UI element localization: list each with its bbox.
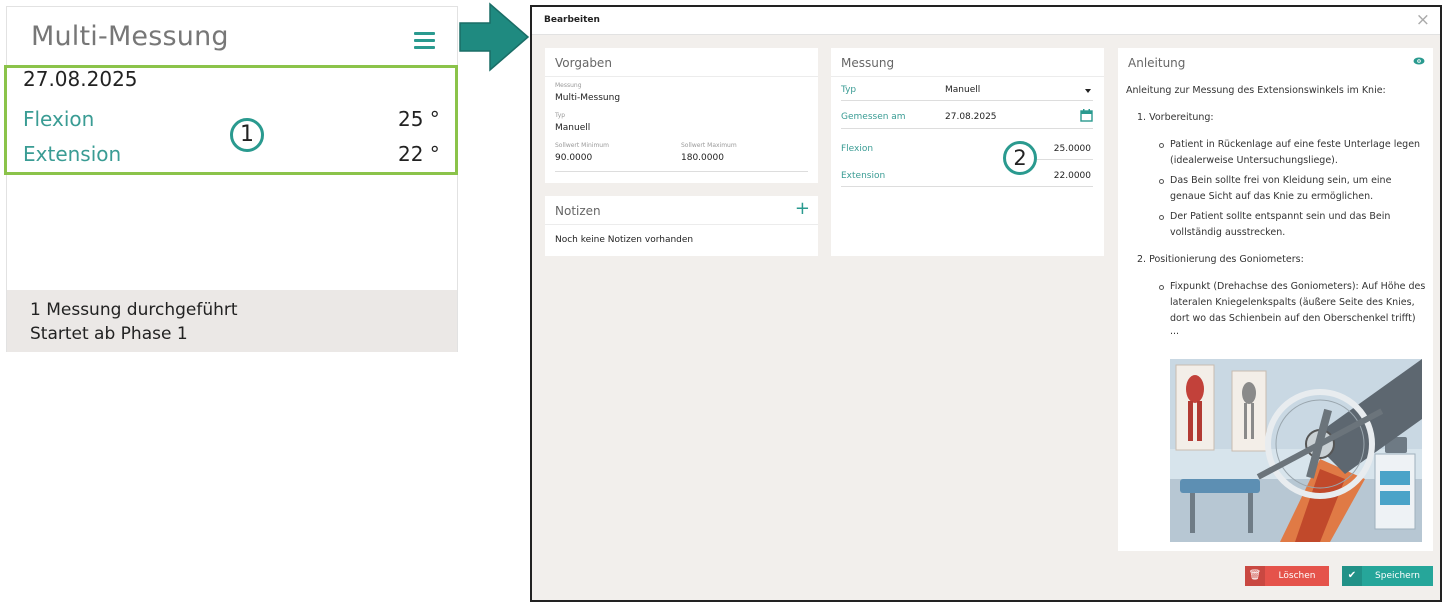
sollwert-min-value: 90.0000	[555, 153, 593, 163]
callout-badge-1: 1	[230, 118, 264, 152]
save-button[interactable]: ✔ Speichern	[1342, 566, 1433, 586]
check-icon: ✔	[1342, 566, 1362, 586]
card-footer: 1 Messung durchgeführt Startet ab Phase …	[7, 290, 457, 352]
arrow-right-icon	[459, 2, 530, 72]
extension-label: Extension	[841, 171, 886, 181]
flexion-label: Flexion	[23, 107, 95, 131]
messung-label: Messung	[555, 82, 582, 89]
notizen-title: Notizen	[555, 204, 601, 218]
anleitung-text: Anleitung zur Messung des Extensionswink…	[1126, 83, 1428, 336]
typ-label: Typ	[555, 112, 566, 119]
delete-button-label: Löschen	[1278, 571, 1316, 581]
dialog-header: Bearbeiten ×	[532, 7, 1440, 35]
gemessen-label: Gemessen am	[841, 112, 906, 122]
save-button-label: Speichern	[1375, 571, 1420, 581]
step-1: 1. Vorbereitung:	[1137, 112, 1214, 123]
no-notes-text: Noch keine Notizen vorhanden	[555, 235, 694, 245]
flexion-input-value: 25.0000	[1053, 144, 1091, 154]
bullet-4: Fixpunkt (Drehachse des Goniometers): Au…	[1159, 279, 1428, 327]
vorgaben-panel: Vorgaben Messung Multi-Messung Typ Manue…	[545, 48, 818, 183]
typ-select[interactable]: Manuell	[945, 81, 1093, 99]
bullet-1: Patient in Rückenlage auf eine feste Unt…	[1159, 137, 1428, 169]
anleitung-intro: Anleitung zur Messung des Extensionswink…	[1126, 85, 1386, 96]
date-input[interactable]: 27.08.2025	[945, 108, 1075, 126]
measurement-card[interactable]: Multi-Messung 1 Messung durchgeführt Sta…	[6, 6, 458, 352]
eye-icon[interactable]	[1413, 56, 1425, 66]
flexion-label: Flexion	[841, 144, 874, 154]
delete-button[interactable]: 🗑 Löschen	[1245, 566, 1329, 586]
date-input-value: 27.08.2025	[945, 112, 997, 122]
sollwert-max-label: Sollwert Maximum	[681, 142, 737, 149]
sollwert-max-value: 180.0000	[681, 153, 724, 163]
extension-label: Extension	[23, 142, 122, 166]
card-date: 27.08.2025	[23, 67, 138, 91]
vorgaben-title: Vorgaben	[555, 56, 612, 70]
messung-title: Messung	[841, 56, 895, 70]
step-2: 2. Positionierung des Goniometers:	[1137, 254, 1304, 265]
sollwert-min-label: Sollwert Minimum	[555, 142, 609, 149]
bullet-3: Der Patient sollte entspannt sein und da…	[1159, 209, 1428, 241]
footer-phase: Startet ab Phase 1	[30, 324, 188, 344]
footer-measurement-count: 1 Messung durchgeführt	[30, 300, 238, 320]
messung-value: Multi-Messung	[555, 93, 621, 103]
anleitung-panel: Anleitung Anleitung zur Messung des Exte…	[1118, 48, 1433, 551]
ellipsis: ...	[1170, 326, 1180, 337]
notizen-panel: Notizen + Noch keine Notizen vorhanden	[545, 196, 818, 256]
typ-label: Typ	[841, 85, 857, 95]
callout-badge-2: 2	[1003, 141, 1037, 175]
anleitung-title: Anleitung	[1128, 56, 1186, 70]
card-title: Multi-Messung	[31, 21, 229, 52]
edit-dialog: Bearbeiten × Vorgaben Messung Multi-Mess…	[530, 5, 1442, 602]
dialog-title: Bearbeiten	[544, 15, 600, 25]
typ-select-value: Manuell	[945, 85, 981, 95]
typ-value: Manuell	[555, 123, 591, 133]
caret-down-icon	[1085, 89, 1091, 93]
close-icon[interactable]: ×	[1416, 10, 1430, 30]
menu-icon[interactable]	[414, 32, 435, 49]
bullet-2: Das Bein sollte frei von Kleidung sein, …	[1159, 173, 1428, 205]
add-note-icon[interactable]: +	[795, 198, 810, 219]
goniometer-illustration	[1170, 359, 1422, 542]
extension-input-value: 22.0000	[1053, 171, 1091, 181]
messung-panel: Messung Typ Manuell Gemessen am 27.08.20…	[831, 48, 1104, 256]
calendar-icon[interactable]	[1080, 109, 1093, 122]
trash-icon: 🗑	[1245, 566, 1265, 586]
